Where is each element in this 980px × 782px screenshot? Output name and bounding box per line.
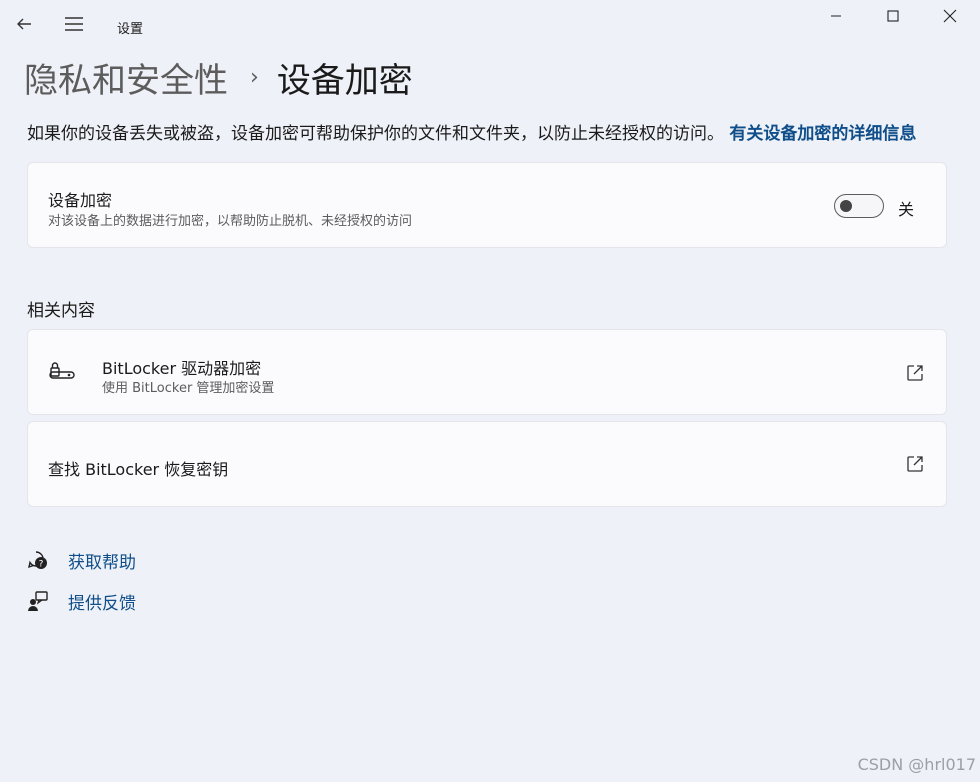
bitlocker-drive-encryption-card[interactable]: BitLocker 驱动器加密 使用 BitLocker 管理加密设置 — [27, 329, 947, 415]
device-encryption-card: 设备加密 对该设备上的数据进行加密，以帮助防止脱机、未经授权的访问 关 — [27, 162, 947, 248]
back-button[interactable] — [10, 10, 38, 38]
get-help-link[interactable]: ? 获取帮助 — [27, 547, 136, 573]
description-text: 如果你的设备丢失或被盗，设备加密可帮助保护你的文件和文件夹，以防止未经授权的访问… — [27, 124, 724, 144]
svg-text:?: ? — [39, 560, 44, 570]
page-description: 如果你的设备丢失或被盗，设备加密可帮助保护你的文件和文件夹，以防止未经授权的访问… — [27, 122, 957, 146]
app-title: 设置 — [117, 22, 144, 37]
back-arrow-icon — [17, 18, 31, 30]
breadcrumb-parent-link[interactable]: 隐私和安全性 — [24, 53, 228, 102]
device-encryption-title: 设备加密 — [48, 191, 113, 210]
find-recovery-key-title: 查找 BitLocker 恢复密钥 — [48, 460, 229, 479]
maximize-icon — [887, 10, 899, 22]
bitlocker-subtitle: 使用 BitLocker 管理加密设置 — [102, 381, 275, 396]
minimize-button[interactable] — [813, 0, 859, 32]
watermark: CSDN @hrl017 — [857, 755, 976, 774]
nav-menu-button[interactable] — [60, 10, 88, 38]
help-chat-icon: ? — [28, 551, 47, 570]
toggle-knob — [840, 200, 852, 212]
close-icon — [943, 9, 957, 23]
bitlocker-title: BitLocker 驱动器加密 — [102, 359, 262, 378]
title-bar: 设置 — [0, 0, 980, 48]
open-external-icon — [907, 456, 923, 472]
minimize-icon — [831, 15, 841, 17]
hamburger-icon — [65, 17, 83, 31]
feedback-person-icon — [28, 591, 48, 611]
device-encryption-toggle[interactable] — [834, 194, 884, 218]
breadcrumb: 隐私和安全性 › 设备加密 — [24, 53, 413, 102]
open-external-icon — [907, 365, 923, 381]
bitlocker-key-icon — [49, 362, 75, 379]
page-title: 设备加密 — [276, 60, 413, 101]
find-recovery-key-card[interactable]: 查找 BitLocker 恢复密钥 — [27, 421, 947, 507]
send-feedback-link[interactable]: 提供反馈 — [27, 588, 136, 614]
close-button[interactable] — [927, 0, 973, 32]
toggle-state-label: 关 — [898, 200, 915, 219]
related-content-heading: 相关内容 — [27, 301, 95, 321]
device-encryption-subtitle: 对该设备上的数据进行加密，以帮助防止脱机、未经授权的访问 — [48, 214, 413, 229]
breadcrumb-separator-icon: › — [250, 64, 259, 90]
send-feedback-label: 提供反馈 — [68, 593, 136, 614]
learn-more-link[interactable]: 有关设备加密的详细信息 — [729, 124, 916, 144]
maximize-button[interactable] — [870, 0, 916, 32]
get-help-label: 获取帮助 — [68, 552, 136, 573]
